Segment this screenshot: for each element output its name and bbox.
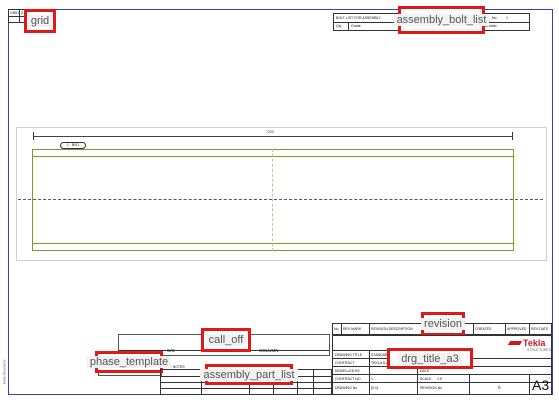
title-row-contract-no-label: CONTRACT NO (335, 377, 361, 381)
revision-box[interactable]: revision (421, 312, 465, 336)
drg-title-a3-label: drg_title_a3 (398, 352, 462, 365)
logo-text: Tekla (523, 338, 546, 348)
part-tag[interactable]: 1 - B/01 (60, 142, 86, 149)
center-line (18, 199, 543, 200)
title-row-drawing-no-label: DRAWING No (335, 386, 358, 390)
grid-col-x: X (21, 11, 24, 15)
revision-no-label: REVISION No (420, 386, 443, 390)
title-row-contract-value: TEKLA S.A (371, 361, 389, 365)
bolt-list-col-qty: Qty (336, 24, 342, 28)
dimension-value: 7200 (266, 130, 274, 134)
revision-header-no: No (334, 327, 339, 331)
assembly-part-list-box[interactable]: assembly_part_list (200, 364, 298, 385)
assembly-bolt-list-label: assembly_bolt_list (393, 14, 490, 26)
assembly-bolt-list-box[interactable]: assembly_bolt_list (393, 6, 490, 34)
bolt-list-no-label: No. (492, 16, 498, 20)
scale-value: 1:5 (437, 377, 442, 381)
column-label-right: COLUMN (259, 348, 279, 353)
revision-header-mark: REV MARK (343, 327, 362, 331)
dimension-line (33, 136, 512, 137)
grid-template-box[interactable]: grid (24, 9, 56, 33)
beam-outline (32, 149, 514, 251)
revision-label: revision (421, 318, 465, 330)
bolt-list-no-value: 1 (506, 16, 508, 20)
logo-sub: STRUCTURES (527, 348, 551, 352)
phase-template-box[interactable]: phase_template (86, 351, 172, 373)
call-off-box[interactable]: call_off (201, 328, 251, 352)
title-row-drawing-title-label: DRAWING TITLE (335, 353, 363, 357)
title-row-modelled-label: MODELLED BY (335, 369, 360, 373)
beam-top-flange (32, 156, 514, 157)
sheet-size: A3 (532, 377, 550, 393)
scale-label: SCALE (420, 377, 432, 381)
drg-title-a3-box[interactable]: drg_title_a3 (387, 348, 473, 369)
assembly-part-list-label: assembly_part_list (200, 368, 298, 381)
revision-header-description: REVISION DESCRIPTION (371, 327, 413, 331)
revision-no-value: 0 (498, 385, 501, 390)
title-row-contract-no-value: 1 (371, 377, 373, 381)
beam-center-mark (272, 149, 273, 251)
bolt-list-title: BOLT LIST FOR ASSEMBLY (336, 16, 381, 20)
call-off-label: call_off (205, 334, 247, 346)
phase-template-label: phase_template (86, 356, 172, 368)
title-row-contract-label: CONTRACT (335, 361, 355, 365)
revision-header-approved: APPROVED (507, 327, 527, 331)
tekla-swoosh-icon (507, 341, 523, 345)
grid-label: grid (27, 15, 53, 27)
dimension-tick-right (512, 132, 513, 140)
title-row-drawing-no-value: [0.0] (371, 386, 378, 390)
side-text: Tekla Structures (2, 359, 7, 385)
column-label-left: C/C (167, 348, 175, 353)
bolt-list-col-grade: Grade (351, 24, 361, 28)
revision-header-created: CREATED (475, 327, 492, 331)
dimension-tick-left (33, 132, 34, 140)
company-value: DATE (420, 369, 430, 373)
grid-col-grid: GRID (10, 11, 19, 15)
beam-bottom-flange (32, 243, 514, 244)
tekla-logo: Tekla STRUCTURES (507, 338, 551, 354)
revision-header-date: REV DATE (531, 327, 549, 331)
